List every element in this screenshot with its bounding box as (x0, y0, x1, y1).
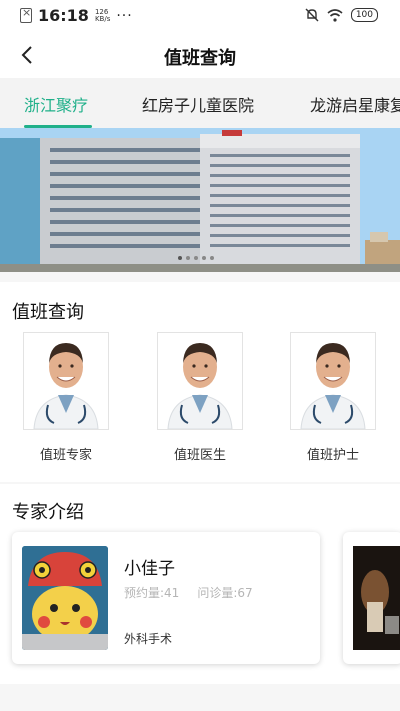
page-title: 值班查询 (164, 48, 236, 69)
expert-section-title: 专家介绍 (12, 502, 84, 523)
duty-expert-label: 值班专家 (39, 448, 92, 463)
expert-name: 小佳子 (124, 559, 175, 579)
wifi-icon (327, 8, 343, 22)
duty-nurse-item[interactable]: 值班护士 (290, 332, 376, 463)
duty-expert-item[interactable]: 值班专家 (23, 332, 109, 463)
expert-stats: 预约量:41 问诊量:67 (124, 584, 253, 601)
appointment-count: 预约量:41 (124, 586, 180, 600)
doctor-avatar-icon (291, 333, 375, 430)
doctor-avatar-icon (158, 333, 242, 430)
hospital-tabs: 浙江聚疗 红房子儿童医院 龙游启星康复 (0, 78, 400, 128)
battery-icon: 100 (350, 8, 378, 22)
doctor-photo (290, 332, 376, 430)
header: 值班查询 (0, 32, 400, 78)
status-right: 100 (305, 8, 378, 22)
expert-avatar (22, 546, 108, 650)
pikachu-avatar-icon (22, 546, 108, 650)
duty-doctor-item[interactable]: 值班医生 (157, 332, 243, 463)
tab-hospital-2[interactable]: 红房子儿童医院 (142, 92, 254, 116)
notification-icon (20, 6, 32, 23)
hospital-banner[interactable] (0, 128, 400, 272)
tab-hospital-1[interactable]: 浙江聚疗 (24, 92, 88, 116)
expert-avatar-partial (353, 546, 400, 650)
mute-bell-icon (305, 8, 319, 22)
network-speed: 126 KB/s (94, 8, 111, 23)
expert-card[interactable]: 小佳子 预约量:41 问诊量:67 外科手术 (12, 532, 320, 664)
status-more-icon: ··· (116, 7, 133, 24)
duty-section-title: 值班查询 (12, 302, 84, 323)
status-time: 16:18 (38, 6, 89, 25)
expert-card[interactable] (343, 532, 400, 664)
doctor-photo (23, 332, 109, 430)
doctor-avatar-icon (24, 333, 108, 430)
tab-hospital-3[interactable]: 龙游启星康复 (310, 92, 400, 116)
expert-intro-section: 专家介绍 小佳子 预约量:41 问诊量:67 外科手术 (0, 484, 400, 684)
expert-specialty: 外科手术 (124, 632, 173, 646)
duty-query-section: 值班查询 值班专家 值班医生 值班护士 (0, 282, 400, 482)
consultation-count: 问诊量:67 (197, 586, 253, 600)
status-bar: 16:18 126 KB/s ··· 100 (0, 0, 400, 32)
status-left: 16:18 126 KB/s ··· (20, 6, 133, 25)
doctor-photo (157, 332, 243, 430)
duty-nurse-label: 值班护士 (306, 448, 359, 463)
duty-doctor-label: 值班医生 (173, 448, 226, 463)
network-speed-unit: KB/s (94, 14, 111, 23)
bottom-spacer (0, 694, 400, 711)
hospital-building-image (0, 128, 400, 272)
